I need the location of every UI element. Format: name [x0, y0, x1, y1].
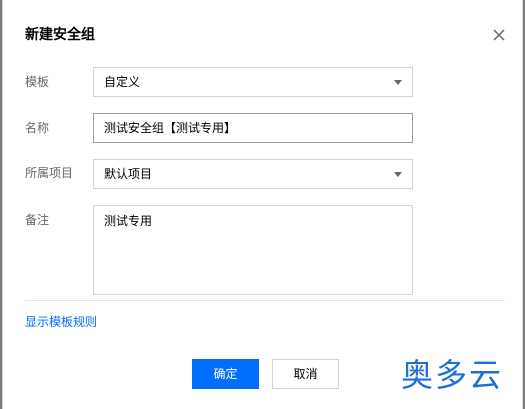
template-select[interactable]: 自定义: [93, 67, 413, 97]
create-security-group-dialog: 新建安全组 模板 自定义 名称 测试安全组【测试专用】 所属项目 默认项目 备注…: [2, 0, 523, 409]
divider: [25, 300, 505, 301]
dialog-title: 新建安全组: [25, 27, 95, 43]
watermark-logo: 奥多云: [401, 356, 504, 394]
close-icon[interactable]: [489, 25, 509, 45]
name-input[interactable]: 测试安全组【测试专用】: [93, 113, 413, 143]
remark-label: 备注: [25, 213, 50, 227]
confirm-button[interactable]: 确定: [192, 359, 259, 389]
chevron-down-icon: [394, 172, 402, 177]
name-input-value: 测试安全组【测试专用】: [104, 121, 237, 135]
project-select[interactable]: 默认项目: [93, 159, 413, 189]
cancel-button[interactable]: 取消: [272, 359, 339, 389]
show-template-rules-link[interactable]: 显示模板规则: [25, 313, 97, 331]
template-select-value: 自定义: [104, 75, 141, 89]
template-label: 模板: [25, 75, 50, 89]
chevron-down-icon: [394, 80, 402, 85]
remark-textarea[interactable]: 测试专用: [93, 205, 413, 295]
name-label: 名称: [25, 121, 50, 135]
project-select-value: 默认项目: [104, 167, 153, 181]
project-label: 所属项目: [25, 166, 74, 180]
